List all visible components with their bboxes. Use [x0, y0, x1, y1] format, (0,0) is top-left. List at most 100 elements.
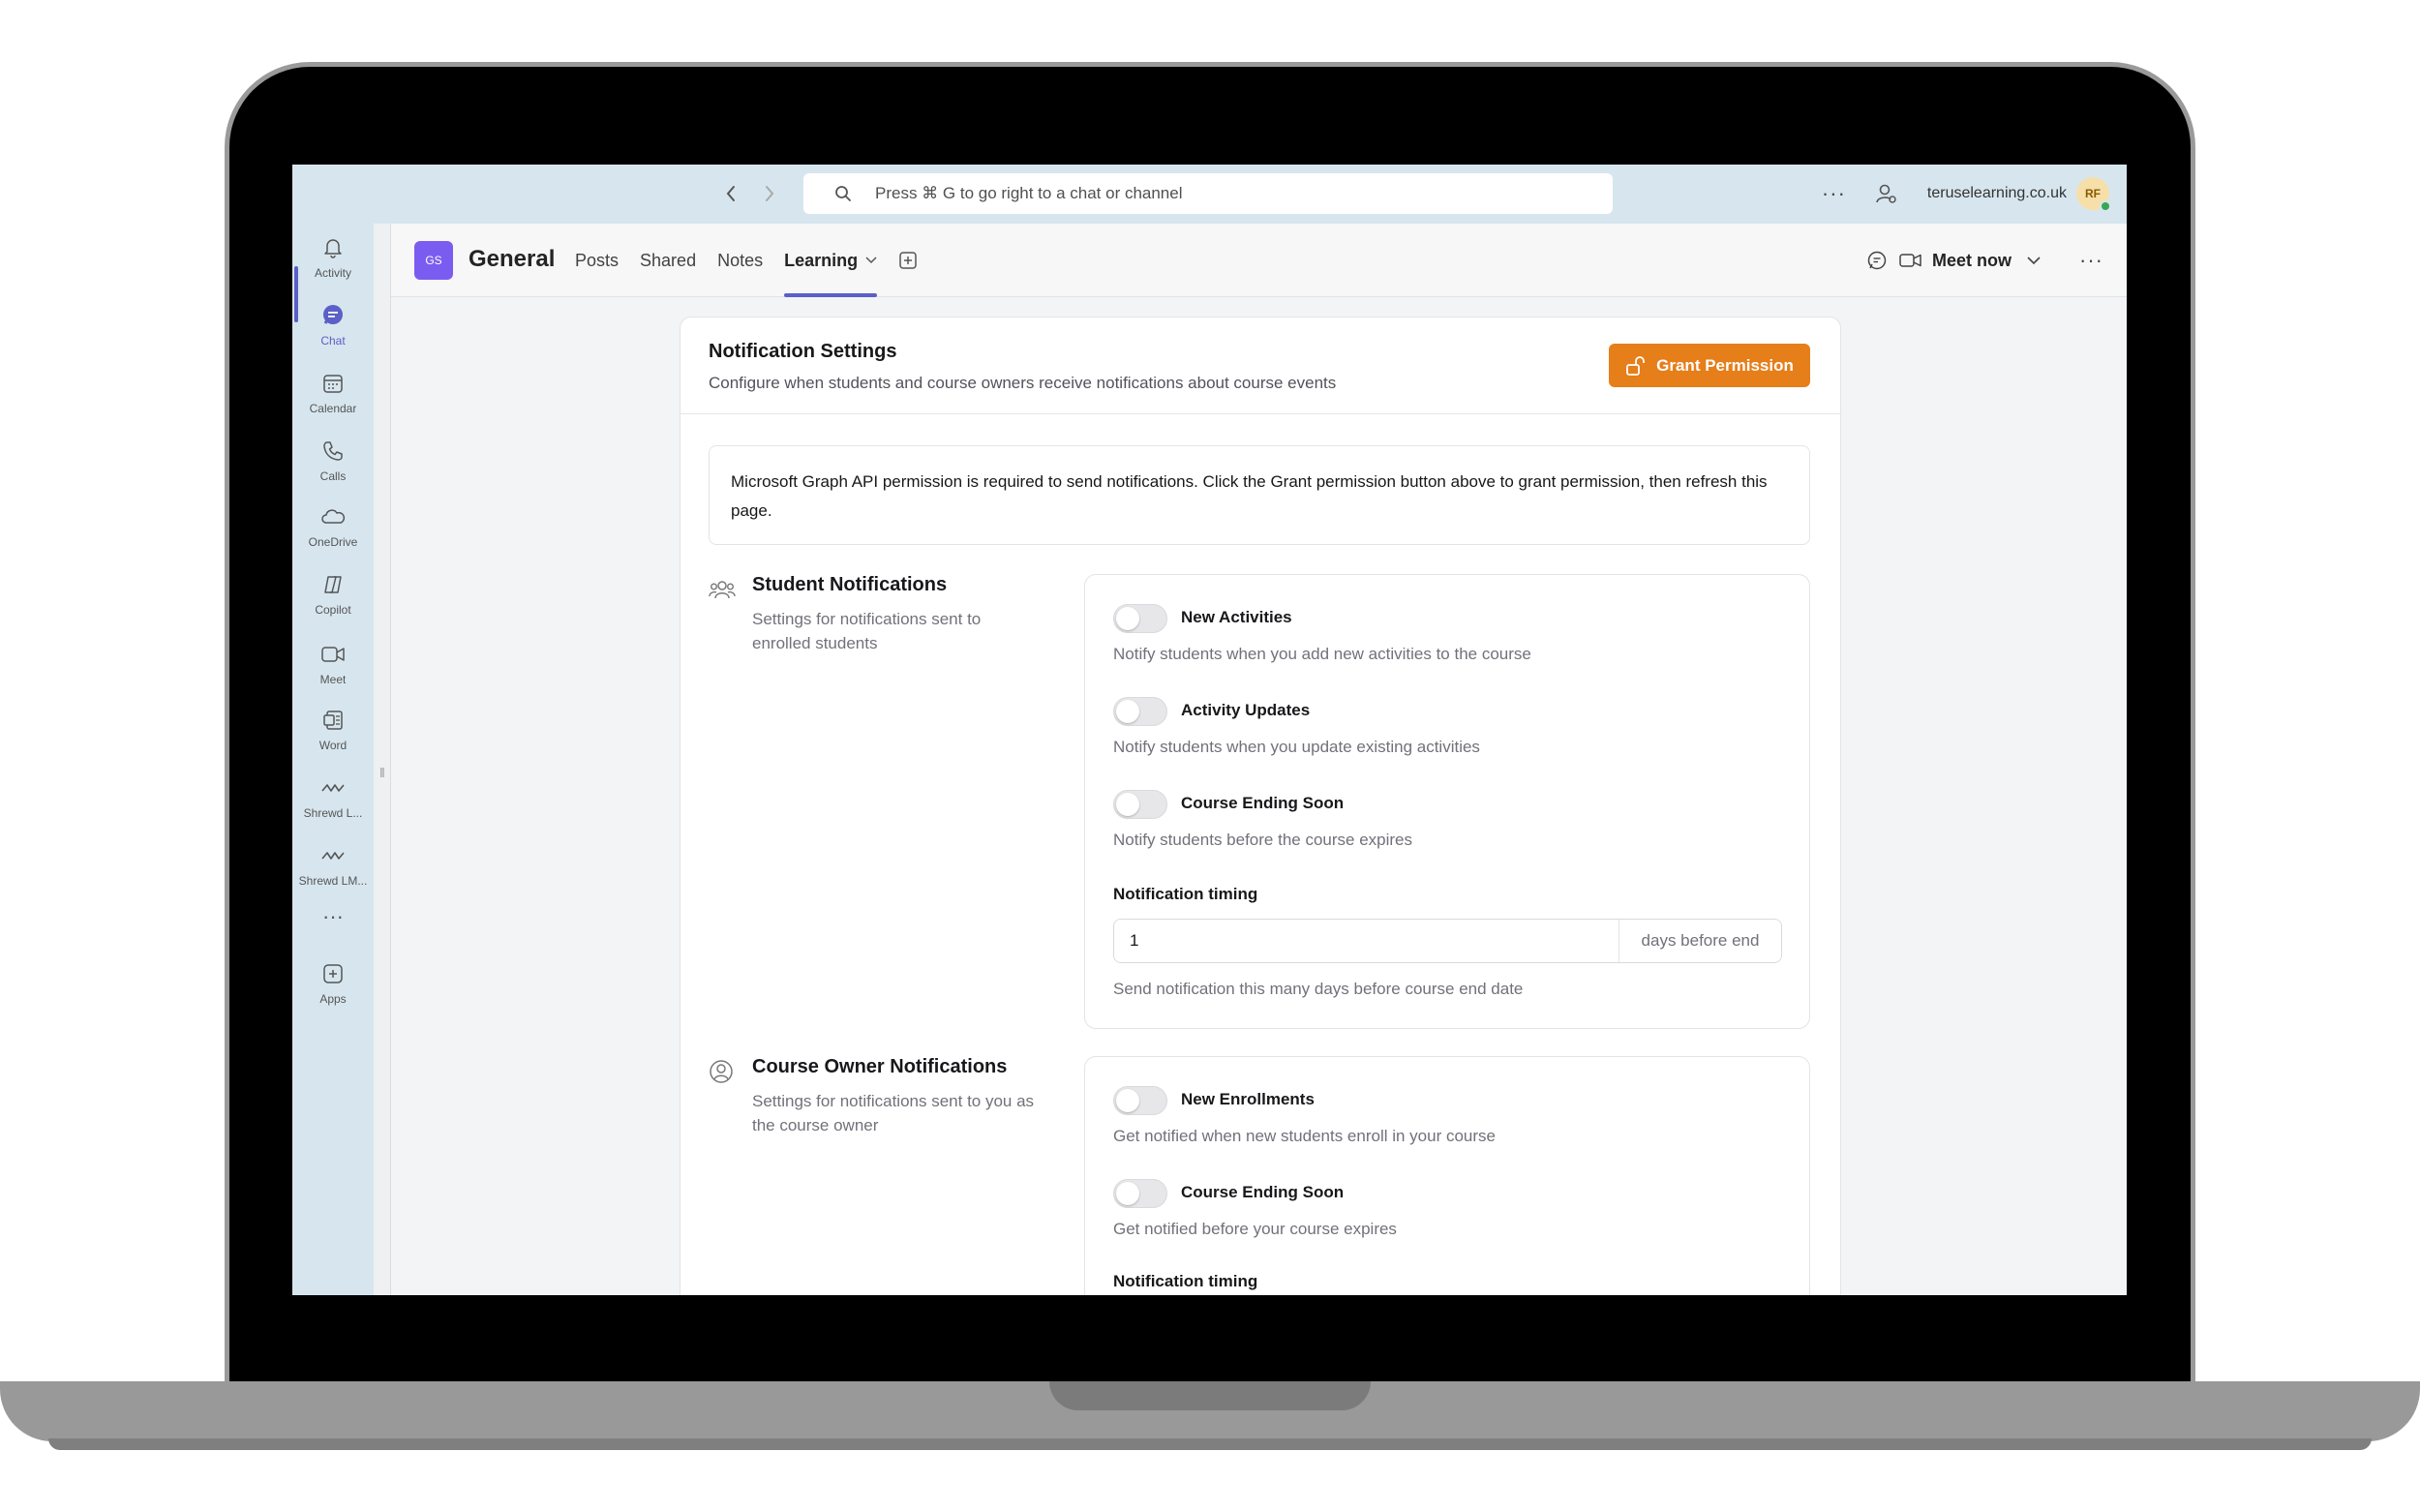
search-bar[interactable] [803, 173, 1613, 214]
timing-suffix: days before end [1618, 920, 1781, 962]
toggle-knob [1116, 1182, 1139, 1205]
section-title: Course Owner Notifications [752, 1056, 1008, 1077]
channel-header: GS General Posts Shared Notes Learning M… [391, 224, 2127, 297]
forward-arrow-icon[interactable] [761, 180, 778, 207]
rail-item-calendar[interactable]: Calendar [292, 361, 374, 425]
rail-label: Calendar [309, 402, 357, 415]
chevron-down-icon [865, 255, 877, 266]
video-icon [320, 642, 346, 667]
card-header: Notification Settings Configure when stu… [681, 318, 1840, 414]
grant-permission-button[interactable]: Grant Permission [1609, 344, 1810, 387]
tab-shared[interactable]: Shared [640, 224, 696, 297]
tab-learning[interactable]: Learning [784, 224, 878, 297]
setting-description: Notify students when you update existing… [1113, 738, 1480, 756]
setting-label: Course Ending Soon [1181, 794, 1345, 812]
teams-window: ··· teruselearning.co.uk RF Activity Cha… [292, 165, 2127, 1295]
rail-item-apps[interactable]: Apps [292, 952, 374, 1015]
permission-alert: Microsoft Graph API permission is requir… [709, 445, 1810, 545]
back-arrow-icon[interactable] [722, 180, 740, 207]
more-dots: ··· [322, 904, 344, 928]
owner-settings-panel: New Enrollments Get notified when new st… [1084, 1056, 1810, 1295]
toggle-knob [1116, 1089, 1139, 1112]
meet-now-button[interactable]: Meet now [1932, 251, 2012, 271]
shrewd-icon [320, 775, 346, 801]
title-bar-right: ··· teruselearning.co.uk RF [1822, 174, 2111, 213]
laptop-foot [48, 1438, 2372, 1450]
days-before-end-input[interactable] [1114, 920, 1618, 962]
student-notifications-section: Student Notifications Settings for notif… [709, 574, 1810, 1029]
rail-item-shrewd-2[interactable]: Shrewd LM... [292, 833, 374, 897]
rail-label: Copilot [315, 603, 351, 617]
chevron-down-icon[interactable] [2027, 254, 2041, 267]
phone-icon [320, 438, 346, 464]
setting-description: Get notified before your course expires [1113, 1220, 1397, 1238]
word-icon [320, 708, 346, 733]
section-title: Student Notifications [752, 574, 948, 595]
rail-more-button[interactable]: ··· [292, 897, 374, 936]
rail-label: Activity [314, 266, 351, 280]
new-activities-toggle[interactable] [1113, 604, 1167, 633]
setting-description: Notify students when you add new activit… [1113, 645, 1531, 663]
more-options-button[interactable]: ··· [2079, 248, 2103, 273]
rail-item-calls[interactable]: Calls [292, 429, 374, 493]
timing-help: Send notification this many days before … [1113, 980, 1524, 998]
notification-settings-card: Notification Settings Configure when stu… [680, 317, 1841, 1295]
presence-available-icon [2100, 200, 2111, 212]
owner-course-ending-soon-toggle[interactable] [1113, 1179, 1167, 1208]
bell-icon [320, 235, 346, 260]
rail-label: Meet [319, 673, 347, 686]
rail-item-chat[interactable]: Chat [292, 293, 374, 357]
unlock-icon [1625, 355, 1647, 377]
activity-updates-toggle[interactable] [1113, 697, 1167, 726]
new-enrollments-toggle[interactable] [1113, 1086, 1167, 1115]
channel-tabs: Posts Shared Notes Learning [575, 224, 918, 297]
rail-item-meet[interactable]: Meet [292, 632, 374, 696]
cloud-icon [320, 504, 346, 529]
tab-content: Notification Settings Configure when stu… [391, 297, 2127, 1295]
rail-item-onedrive[interactable]: OneDrive [292, 495, 374, 559]
search-icon [834, 184, 854, 203]
video-camera-icon[interactable] [1899, 249, 1922, 272]
search-input[interactable] [875, 184, 1553, 203]
tab-learning-label: Learning [784, 250, 859, 270]
tab-notes[interactable]: Notes [717, 224, 763, 297]
avatar-initials: RF [2085, 187, 2101, 200]
rail-item-word[interactable]: Word [292, 698, 374, 762]
student-settings-panel: New Activities Notify students when you … [1084, 574, 1810, 1029]
timing-label: Notification timing [1113, 1272, 1258, 1290]
section-description: Settings for notifications sent to you a… [752, 1092, 1035, 1134]
tab-posts[interactable]: Posts [575, 224, 619, 297]
rail-item-shrewd-1[interactable]: Shrewd L... [292, 766, 374, 830]
rail-label: Word [318, 739, 348, 752]
rail-item-copilot[interactable]: Copilot [292, 562, 374, 626]
setting-description: Get notified when new students enroll in… [1113, 1127, 1497, 1145]
rail-label: Chat [320, 334, 346, 348]
setting-description: Notify students before the course expire… [1113, 831, 1412, 849]
tenant-name[interactable]: teruselearning.co.uk [1927, 185, 2067, 202]
toggle-knob [1116, 793, 1139, 816]
rail-label: Shrewd LM... [298, 874, 368, 888]
timing-input-group: days before end [1113, 919, 1782, 963]
person-settings-icon[interactable] [1875, 182, 1898, 205]
add-tab-icon[interactable] [898, 251, 918, 270]
resize-grip-icon[interactable]: ‖ [379, 765, 385, 780]
course-ending-soon-toggle[interactable] [1113, 790, 1167, 819]
timing-label: Notification timing [1113, 885, 1258, 903]
toggle-knob [1116, 700, 1139, 723]
rail-label: Calls [319, 469, 347, 483]
rail-item-activity[interactable]: Activity [292, 226, 374, 289]
team-avatar[interactable]: GS [414, 241, 453, 280]
shrewd-icon [320, 843, 346, 868]
avatar[interactable]: RF [2076, 177, 2111, 212]
grant-permission-label: Grant Permission [1656, 355, 1794, 375]
settings-more-button[interactable]: ··· [1822, 181, 1846, 206]
conversation-icon[interactable] [1866, 249, 1890, 272]
title-bar: ··· teruselearning.co.uk RF [292, 165, 2127, 224]
calendar-icon [320, 371, 346, 396]
setting-label: New Enrollments [1181, 1090, 1315, 1108]
section-description: Settings for notifications sent to enrol… [752, 610, 982, 652]
app-bar: Activity Chat Calendar Calls OneDrive Co… [292, 224, 374, 1295]
setting-label: Course Ending Soon [1181, 1183, 1345, 1201]
apps-icon [320, 961, 346, 986]
card-title: Notification Settings [709, 341, 897, 362]
